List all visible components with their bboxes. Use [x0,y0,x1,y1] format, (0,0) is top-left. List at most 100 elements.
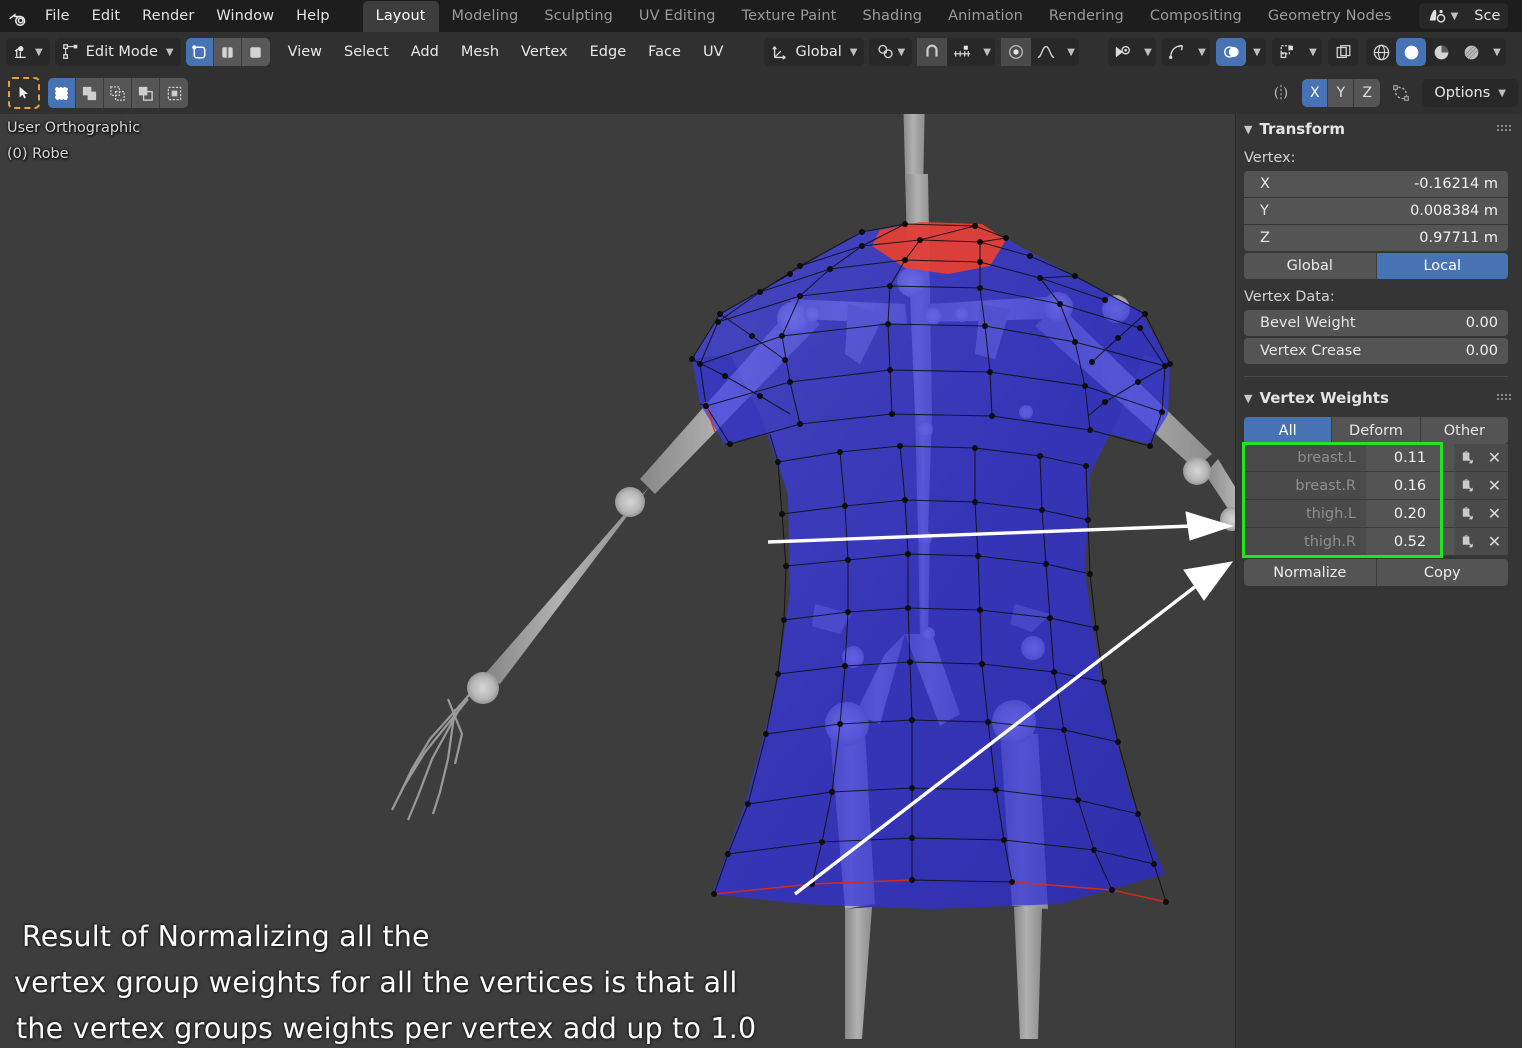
mirror-axis-z[interactable]: Z [1354,79,1381,107]
select-extend-icon[interactable] [76,78,104,108]
transform-orientation-dropdown[interactable]: Global ▼ [764,38,865,66]
workspace-tab-uv-editing[interactable]: UV Editing [626,1,729,32]
proportional-edit-icon[interactable] [1001,38,1032,66]
panel-header-vertex-weights[interactable]: ▼ Vertex Weights [1236,383,1522,413]
menu-add[interactable]: Add [400,38,450,66]
workspace-tab-geometry-nodes[interactable]: Geometry Nodes [1255,1,1405,32]
menu-window[interactable]: Window [205,0,285,32]
visibility-chevron-down-icon[interactable]: ▼ [1138,38,1156,66]
menu-edit[interactable]: Edit [81,0,131,32]
table-row[interactable]: breast.R 0.16 ✕ [1244,472,1508,500]
shading-rendered-icon[interactable] [1456,38,1486,66]
menu-render[interactable]: Render [131,0,205,32]
gizmo-chevron-down-icon[interactable]: ▼ [1192,38,1210,66]
weight-group-name[interactable]: breast.R [1244,472,1366,500]
options-button[interactable]: Options ▼ [1422,79,1518,107]
scene-selector[interactable]: ▼ Sce [1418,3,1509,29]
weight-value[interactable]: 0.16 [1366,472,1454,500]
weight-value[interactable]: 0.20 [1366,500,1454,528]
workspace-tab-texture-paint[interactable]: Texture Paint [729,1,850,32]
menu-uv[interactable]: UV [692,38,735,66]
menu-mesh[interactable]: Mesh [450,38,510,66]
editor-type-3dview-icon[interactable]: ▼ [6,38,50,66]
menu-vertex[interactable]: Vertex [510,38,579,66]
shading-chevron-down-icon[interactable]: ▼ [1486,38,1506,66]
xray-toggle-icon[interactable] [1272,38,1302,66]
weight-value[interactable]: 0.52 [1366,528,1454,556]
copy-to-selected-icon[interactable] [1454,472,1481,500]
overlays-icon[interactable] [1216,38,1246,66]
global-space-button[interactable]: Global [1244,253,1377,279]
xray-chevron-down-icon[interactable]: ▼ [1302,38,1322,66]
shading-solid-icon[interactable] [1396,38,1426,66]
toggle-xray-button[interactable] [1328,38,1358,66]
workspace-tab-sculpting[interactable]: Sculpting [531,1,626,32]
menu-file[interactable]: File [34,0,81,32]
select-intersect-icon[interactable] [160,78,188,108]
workspace-tab-shading[interactable]: Shading [849,1,935,32]
menu-edge[interactable]: Edge [579,38,638,66]
bevel-weight-field[interactable]: Bevel Weight 0.00 [1244,310,1508,336]
workspace-tab-animation[interactable]: Animation [935,1,1036,32]
mirror-axis-y[interactable]: Y [1328,79,1355,107]
delete-x-icon[interactable]: ✕ [1481,500,1508,528]
tweak-cursor-icon[interactable] [8,77,40,109]
falloff-chevron-down-icon[interactable]: ▼ [1061,38,1079,66]
workspace-tab-compositing[interactable]: Compositing [1137,1,1255,32]
copy-button[interactable]: Copy [1376,559,1508,586]
tab-other[interactable]: Other [1420,417,1508,444]
vertex-crease-field[interactable]: Vertex Crease 0.00 [1244,338,1508,364]
topology-mirror-icon[interactable] [1386,83,1416,103]
tab-deform[interactable]: Deform [1332,417,1421,444]
copy-to-selected-icon[interactable] [1454,500,1481,528]
copy-to-selected-icon[interactable] [1454,528,1481,556]
workspace-tab-layout[interactable]: Layout [362,0,439,32]
menu-select[interactable]: Select [333,38,400,66]
mirror-axis-x[interactable]: X [1302,79,1329,107]
workspace-tab-rendering[interactable]: Rendering [1036,1,1137,32]
local-space-button[interactable]: Local [1376,253,1508,279]
snap-magnet-icon[interactable] [917,38,948,66]
table-row[interactable]: breast.L 0.11 ✕ [1244,444,1508,472]
mode-selector[interactable]: Edit Mode ▼ [54,38,181,66]
object-visibility-icon[interactable] [1108,38,1138,66]
menu-help[interactable]: Help [285,0,340,32]
select-invert-icon[interactable] [132,78,160,108]
shading-material-icon[interactable] [1426,38,1456,66]
menu-face[interactable]: Face [637,38,692,66]
vertex-select-icon[interactable] [185,38,214,66]
edge-select-icon[interactable] [213,38,242,66]
overlays-chevron-down-icon[interactable]: ▼ [1246,38,1266,66]
vertex-z-field[interactable]: Z 0.97711 m [1244,225,1508,251]
vertex-y-field[interactable]: Y 0.008384 m [1244,198,1508,224]
table-row[interactable]: thigh.R 0.52 ✕ [1244,528,1508,556]
normalize-button[interactable]: Normalize [1244,559,1377,586]
vertex-x-field[interactable]: X -0.16214 m [1244,171,1508,197]
table-row[interactable]: thigh.L 0.20 ✕ [1244,500,1508,528]
copy-to-selected-icon[interactable] [1454,444,1481,472]
scene-data-icon[interactable]: ▼ [1419,3,1465,29]
panel-grip-icon-2[interactable] [1496,393,1512,401]
snapping-chevron-down-icon[interactable]: ▼ [977,38,995,66]
panel-header-transform[interactable]: ▼ Transform [1236,114,1522,144]
workspace-tab-modeling[interactable]: Modeling [439,1,532,32]
shading-wireframe-icon[interactable] [1366,38,1396,66]
delete-x-icon[interactable]: ✕ [1481,472,1508,500]
select-subtract-icon[interactable] [104,78,132,108]
weight-value[interactable]: 0.11 [1366,444,1454,472]
weight-group-name[interactable]: thigh.L [1244,500,1366,528]
delete-x-icon[interactable]: ✕ [1481,444,1508,472]
falloff-smooth-icon[interactable] [1031,38,1061,66]
tab-all[interactable]: All [1244,417,1333,444]
weight-group-name[interactable]: breast.L [1244,444,1366,472]
menu-view[interactable]: View [277,38,333,66]
weight-group-name[interactable]: thigh.R [1244,528,1366,556]
toggle-xray-icon[interactable] [1328,38,1358,66]
snap-increment-icon[interactable] [947,38,977,66]
pivot-point-dropdown[interactable]: ▼ [869,38,913,66]
blender-logo-icon[interactable] [0,6,34,27]
delete-x-icon[interactable]: ✕ [1481,528,1508,556]
select-box-icon[interactable] [48,78,76,108]
face-select-icon[interactable] [241,38,270,66]
gizmo-icon[interactable] [1162,38,1192,66]
